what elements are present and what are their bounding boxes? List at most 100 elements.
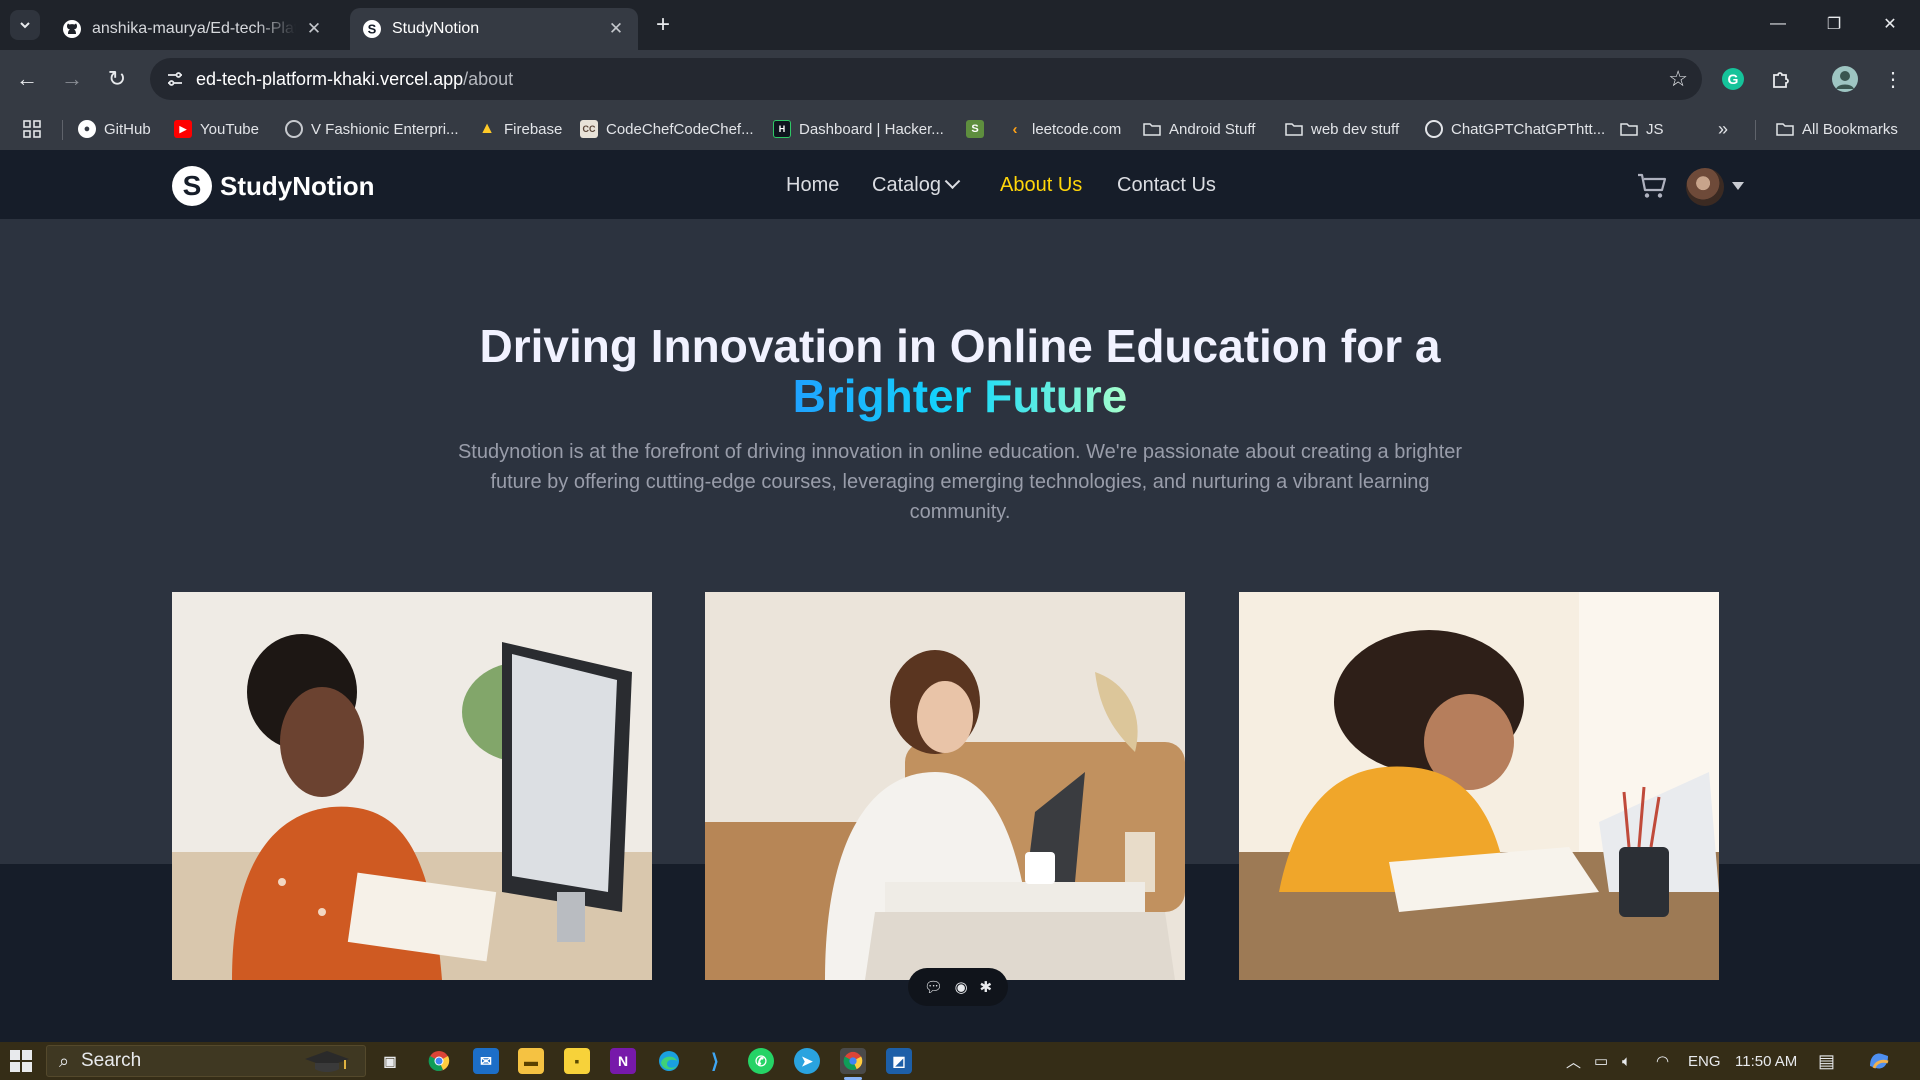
restore-window-icon[interactable]: ❐ <box>1806 6 1862 42</box>
copilot-icon[interactable] <box>1866 1042 1892 1080</box>
close-window-icon[interactable]: ✕ <box>1862 6 1918 42</box>
browser-menu-icon[interactable]: ⋮ <box>1876 62 1910 96</box>
bookmark-v-fashionic[interactable]: V Fashionic Enterpri... <box>285 117 459 141</box>
wifi-icon[interactable]: ◠ <box>1656 1042 1669 1080</box>
clock-time[interactable]: 11:50 AM <box>1735 1042 1797 1080</box>
about-image-2 <box>705 592 1185 980</box>
edge-taskbar-icon[interactable] <box>656 1048 682 1074</box>
chrome-active-taskbar-icon[interactable] <box>840 1048 866 1080</box>
about-image-3 <box>1239 592 1719 980</box>
accessibility-icon[interactable]: ✱ <box>980 978 993 996</box>
user-avatar[interactable] <box>1686 168 1724 206</box>
sticky-notes-icon[interactable]: ▪ <box>564 1048 590 1074</box>
close-tab-icon[interactable]: ✕ <box>606 19 626 39</box>
hero-highlight-text: Brighter Future <box>792 370 1128 422</box>
site-info-icon[interactable] <box>160 64 190 94</box>
more-bookmarks-chevron-icon[interactable]: » <box>1718 117 1728 141</box>
url-text: ed-tech-platform-khaki.vercel.app/about <box>196 69 513 90</box>
onenote-icon[interactable]: N <box>610 1048 636 1074</box>
tray-overflow-chevron-icon[interactable]: ︿ <box>1566 1042 1581 1080</box>
web-page: S StudyNotion Home Catalog About Us Cont… <box>0 150 1920 1042</box>
bookmark-folder-js[interactable]: JS <box>1620 117 1664 141</box>
bookmark-label: web dev stuff <box>1311 120 1400 138</box>
bookmark-folder-android[interactable]: Android Stuff <box>1143 117 1255 141</box>
browser-tab-studynotion[interactable]: S StudyNotion ✕ <box>350 8 638 50</box>
file-explorer-icon[interactable]: ▬ <box>518 1048 544 1074</box>
battery-icon[interactable]: ▭ <box>1594 1042 1608 1080</box>
notifications-icon[interactable]: ▤ <box>1818 1042 1835 1080</box>
leetcode-icon: ‹ <box>1012 120 1018 138</box>
taskbar-search-box[interactable]: ⌕ Search <box>46 1045 366 1077</box>
close-tab-icon[interactable]: ✕ <box>304 19 324 39</box>
chrome-taskbar-icon[interactable] <box>426 1048 452 1074</box>
vscode-icon[interactable]: ⟩ <box>702 1048 728 1074</box>
hero-title: Driving Innovation in Online Education f… <box>479 320 1441 372</box>
taskbar-search-label: Search <box>81 1050 142 1071</box>
chevron-down-icon <box>944 173 961 190</box>
url-path: /about <box>463 69 514 89</box>
site-logo[interactable]: S StudyNotion <box>172 166 375 206</box>
nav-about-link[interactable]: About Us <box>1000 174 1082 197</box>
site-brand-name: StudyNotion <box>220 170 375 201</box>
bookmark-label: Dashboard | Hacker... <box>799 120 944 138</box>
extensions-puzzle-icon[interactable] <box>1764 62 1798 96</box>
all-bookmarks-button[interactable]: All Bookmarks <box>1776 117 1898 141</box>
bookmark-github[interactable]: ● GitHub <box>78 117 151 141</box>
bookmark-label: JS <box>1646 120 1664 138</box>
browser-tab-github[interactable]: anshika-maurya/Ed-tech-Platform ✕ <box>50 8 336 50</box>
bookmark-label: ChatGPTChatGPThtt... <box>1451 120 1606 138</box>
bookmark-label: leetcode.com <box>1032 120 1122 138</box>
bookmark-hackerrank[interactable]: H Dashboard | Hacker... <box>773 117 944 141</box>
minimize-window-icon[interactable]: — <box>1750 6 1806 42</box>
reload-button[interactable]: ↻ <box>100 62 134 96</box>
windows-start-icon[interactable] <box>10 1050 32 1072</box>
apps-grid-icon[interactable] <box>22 117 42 141</box>
bookmark-leetcode[interactable]: ‹ leetcode.com <box>1006 117 1122 141</box>
language-indicator[interactable]: ENG <box>1688 1042 1721 1080</box>
svg-text:S: S <box>368 22 377 37</box>
grammarly-extension-icon[interactable]: G <box>1716 62 1750 96</box>
hero-highlight: Brighter Future <box>0 371 1920 421</box>
tab-title: StudyNotion <box>392 20 480 37</box>
chatgpt-icon <box>1425 120 1443 138</box>
nav-catalog-link[interactable]: Catalog <box>872 173 961 197</box>
bookmark-label: Firebase <box>504 120 563 138</box>
studynotion-logo-icon: S <box>172 166 212 206</box>
bookmark-separator <box>1755 120 1756 140</box>
tab-search-button[interactable] <box>10 10 40 40</box>
cart-icon[interactable] <box>1636 172 1668 200</box>
bookmark-label: All Bookmarks <box>1802 120 1898 138</box>
search-icon: ⌕ <box>58 1050 70 1071</box>
bookmark-separator <box>62 120 63 140</box>
bookmark-star-icon[interactable]: ☆ <box>1668 66 1688 92</box>
caret-down-icon[interactable] <box>1732 182 1744 190</box>
nav-contact-link[interactable]: Contact Us <box>1117 174 1216 197</box>
bookmark-firebase[interactable]: ▲ Firebase <box>478 117 562 141</box>
bookmark-chatgpt[interactable]: ChatGPTChatGPThtt... <box>1425 117 1605 141</box>
whatsapp-icon[interactable]: ✆ <box>748 1048 774 1074</box>
codechef-icon: CC <box>580 120 598 138</box>
bookmark-label: Android Stuff <box>1169 120 1256 138</box>
comment-icon[interactable]: 💬︎ <box>924 978 943 996</box>
folder-icon <box>1620 120 1638 138</box>
address-bar[interactable]: ed-tech-platform-khaki.vercel.app/about … <box>150 58 1702 100</box>
telegram-icon[interactable]: ➤ <box>794 1048 820 1074</box>
nav-home-link[interactable]: Home <box>786 174 839 197</box>
shopify-icon: S <box>966 120 984 138</box>
new-tab-button[interactable]: + <box>648 10 678 40</box>
svg-text:G: G <box>1728 71 1739 87</box>
photos-app-icon[interactable]: ◩ <box>886 1048 912 1074</box>
volume-icon[interactable]: 🔈︎ <box>1622 1042 1631 1080</box>
bookmark-youtube[interactable]: ▶ YouTube <box>174 117 259 141</box>
profile-avatar-icon[interactable] <box>1828 62 1862 96</box>
bookmark-shopify[interactable]: S <box>966 117 992 141</box>
hero-description: Studynotion is at the forefront of drivi… <box>457 441 1463 523</box>
bookmark-codechef[interactable]: CC CodeChefCodeChef... <box>580 117 754 141</box>
mail-taskbar-icon[interactable]: ✉ <box>473 1048 499 1074</box>
eye-icon[interactable]: ◉ <box>955 978 968 996</box>
forward-button[interactable]: → <box>55 62 89 96</box>
bookmark-folder-webdev[interactable]: web dev stuff <box>1285 117 1399 141</box>
back-button[interactable]: ← <box>10 62 44 96</box>
task-view-icon[interactable]: ▣ <box>377 1048 403 1074</box>
url-host: ed-tech-platform-khaki.vercel.app <box>196 69 464 89</box>
